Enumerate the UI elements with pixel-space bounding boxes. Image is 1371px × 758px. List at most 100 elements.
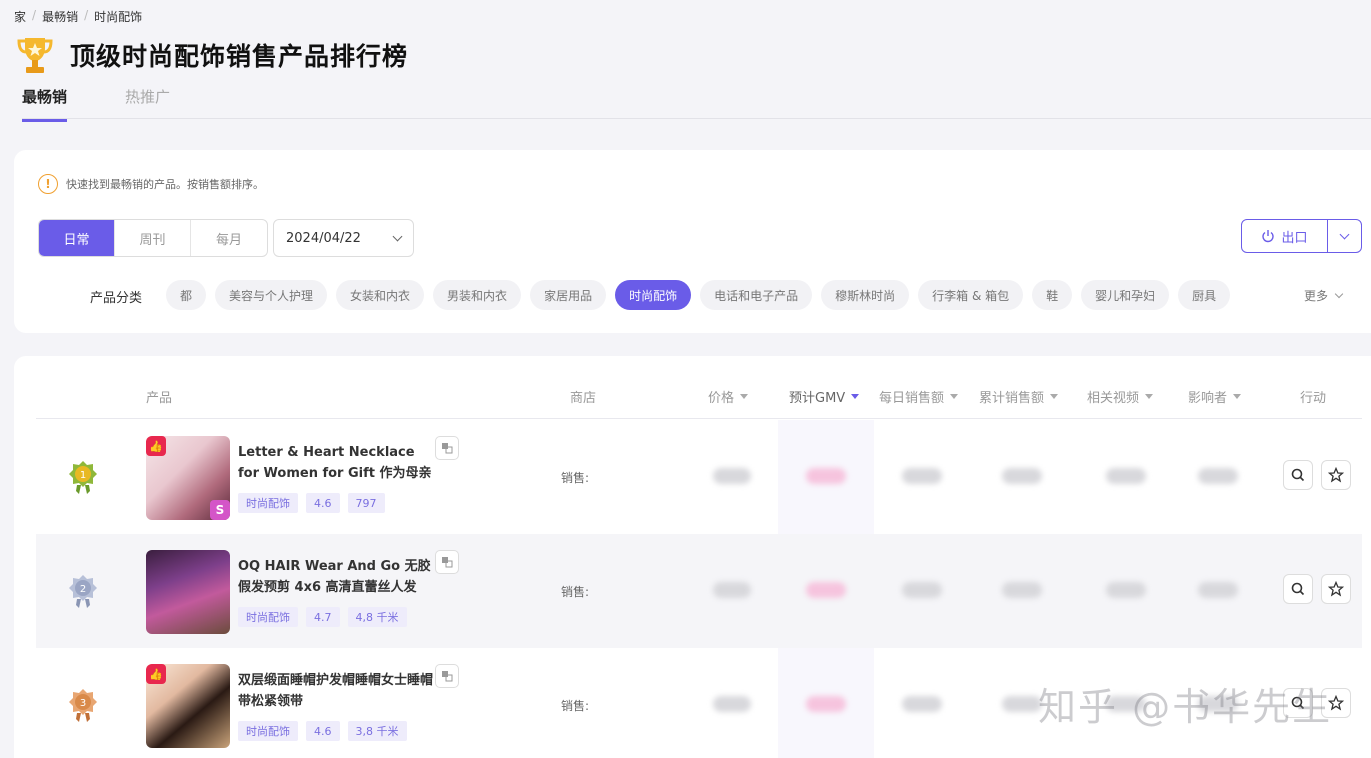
thumbs-up-icon: 👍 <box>146 664 166 684</box>
star-icon <box>1328 467 1344 483</box>
search-icon <box>1291 468 1305 482</box>
translate-icon[interactable] <box>435 550 459 574</box>
breadcrumb-home[interactable]: 家 <box>14 8 26 25</box>
period-daily-button[interactable]: 日常 <box>39 220 115 256</box>
breadcrumb: 家 / 最畅销 / 时尚配饰 <box>14 8 142 25</box>
column-label: 相关视频 <box>1087 391 1140 406</box>
column-header-product: 产品 <box>146 387 172 406</box>
column-label: 商店 <box>570 391 597 406</box>
column-header-videos[interactable]: 相关视频 <box>1087 387 1154 406</box>
search-button[interactable] <box>1283 574 1313 604</box>
tab-hot-promotion[interactable]: 热推广 <box>125 86 170 122</box>
product-thumbnail[interactable] <box>146 550 230 634</box>
export-button-group: 出口 <box>1241 219 1362 253</box>
category-chip-baby[interactable]: 婴儿和孕妇 <box>1081 280 1170 310</box>
export-button[interactable]: 出口 <box>1242 220 1328 252</box>
rank-number: 3 <box>80 698 86 709</box>
search-icon <box>1291 582 1305 596</box>
category-tag: 时尚配饰 <box>238 493 298 513</box>
category-chip-all[interactable]: 都 <box>166 280 207 310</box>
product-title[interactable]: Letter & Heart Necklace for Women for Gi… <box>238 442 434 486</box>
power-icon <box>1262 230 1275 243</box>
product-thumbnail[interactable]: 👍 S <box>146 436 230 520</box>
category-chip-womenswear[interactable]: 女装和内衣 <box>336 280 425 310</box>
category-chip-muslim-fashion[interactable]: 穆斯林时尚 <box>821 280 910 310</box>
category-chip-kitchen[interactable]: 厨具 <box>1178 280 1231 310</box>
sort-caret-icon <box>950 394 959 399</box>
rating-tag: 4.7 <box>306 607 340 627</box>
star-icon <box>1328 581 1344 597</box>
category-tag: 时尚配饰 <box>238 721 298 741</box>
column-header-gmv[interactable]: 预计GMV <box>789 387 860 406</box>
tab-best-sellers[interactable]: 最畅销 <box>22 86 68 122</box>
column-label: 预计GMV <box>789 391 846 406</box>
translate-icon[interactable] <box>435 436 459 460</box>
column-label: 累计销售额 <box>979 391 1045 406</box>
rank-3-medal-icon: 3 <box>69 689 97 722</box>
column-label: 行动 <box>1300 391 1327 406</box>
hint-text: 快速找到最畅销的产品。按销售额排序。 <box>66 178 264 191</box>
store-sales-label: 销售: <box>561 471 590 485</box>
category-chip-shoes[interactable]: 鞋 <box>1032 280 1073 310</box>
exclamation-icon: ! <box>38 174 58 194</box>
period-monthly-button[interactable]: 每月 <box>191 220 267 256</box>
sort-caret-icon <box>1233 394 1242 399</box>
search-button[interactable] <box>1283 460 1313 490</box>
daily-sales-blurred <box>902 468 942 484</box>
total-sales-blurred <box>1002 582 1042 598</box>
breadcrumb-current: 时尚配饰 <box>94 10 143 24</box>
rating-tag: 4.6 <box>306 493 340 513</box>
export-dropdown-button[interactable] <box>1328 220 1361 252</box>
category-label: 产品分类 <box>90 291 143 306</box>
product-tags: 时尚配饰 4.6 797 <box>238 493 385 513</box>
category-tag: 时尚配饰 <box>238 607 298 627</box>
table-row[interactable]: 1 👍 S Letter & Heart Necklace for Women … <box>36 420 1362 534</box>
period-weekly-button[interactable]: 周刊 <box>115 220 191 256</box>
table-row[interactable]: 2 OQ HAIR Wear And Go 无胶假发预剪 4x6 高清直蕾丝人发… <box>36 534 1362 648</box>
videos-blurred <box>1106 582 1146 598</box>
watermark: 知乎 @书华先生 <box>1038 685 1333 729</box>
column-header-daily-sales[interactable]: 每日销售额 <box>879 387 959 406</box>
column-header-price[interactable]: 价格 <box>708 387 749 406</box>
product-thumbnail[interactable]: 👍 <box>146 664 230 748</box>
store-sales-label: 销售: <box>561 699 590 713</box>
category-chip-home[interactable]: 家居用品 <box>530 280 607 310</box>
rank-1-medal-icon: 1 <box>69 461 97 494</box>
sort-caret-icon <box>1050 394 1059 399</box>
category-chip-beauty[interactable]: 美容与个人护理 <box>215 280 328 310</box>
title-row: 顶级时尚配饰销售产品排行榜 <box>16 34 408 76</box>
column-header-influencers[interactable]: 影响者 <box>1188 387 1242 406</box>
date-picker[interactable]: 2024/04/22 <box>273 219 414 257</box>
influencers-blurred <box>1198 582 1238 598</box>
sort-caret-icon <box>851 394 860 399</box>
product-title[interactable]: 双层缎面睡帽护发帽睡帽女士睡帽带松紧领带 <box>238 670 434 714</box>
trophy-icon <box>17 38 53 73</box>
rank-number: 2 <box>80 584 86 595</box>
column-header-store: 商店 <box>570 387 596 406</box>
count-tag: 4,8 千米 <box>347 607 407 627</box>
category-chip-electronics[interactable]: 电话和电子产品 <box>700 280 813 310</box>
sort-caret-icon <box>1145 394 1154 399</box>
column-label: 影响者 <box>1188 391 1228 406</box>
chevron-down-icon <box>392 231 403 241</box>
column-header-total-sales[interactable]: 累计销售额 <box>979 387 1059 406</box>
period-toggle: 日常 周刊 每月 <box>38 219 268 257</box>
column-label: 产品 <box>146 391 173 406</box>
count-tag: 3,8 千米 <box>347 721 407 741</box>
favorite-button[interactable] <box>1321 574 1351 604</box>
videos-blurred <box>1106 468 1146 484</box>
shop-badge: S <box>210 500 230 520</box>
product-tags: 时尚配饰 4.7 4,8 千米 <box>238 607 407 627</box>
more-categories-button[interactable]: 更多 <box>1304 287 1344 304</box>
daily-sales-blurred <box>902 696 942 712</box>
daily-sales-blurred <box>902 582 942 598</box>
favorite-button[interactable] <box>1321 460 1351 490</box>
category-chip-fashion-accessories[interactable]: 时尚配饰 <box>615 280 692 310</box>
total-sales-blurred <box>1002 468 1042 484</box>
category-chip-luggage[interactable]: 行李箱 & 箱包 <box>918 280 1024 310</box>
store-sales-label: 销售: <box>561 585 590 599</box>
category-chip-menswear[interactable]: 男装和内衣 <box>433 280 522 310</box>
translate-icon[interactable] <box>435 664 459 688</box>
breadcrumb-bestsellers[interactable]: 最畅销 <box>42 8 78 25</box>
product-title[interactable]: OQ HAIR Wear And Go 无胶假发预剪 4x6 高清直蕾丝人发假… <box>238 556 434 600</box>
